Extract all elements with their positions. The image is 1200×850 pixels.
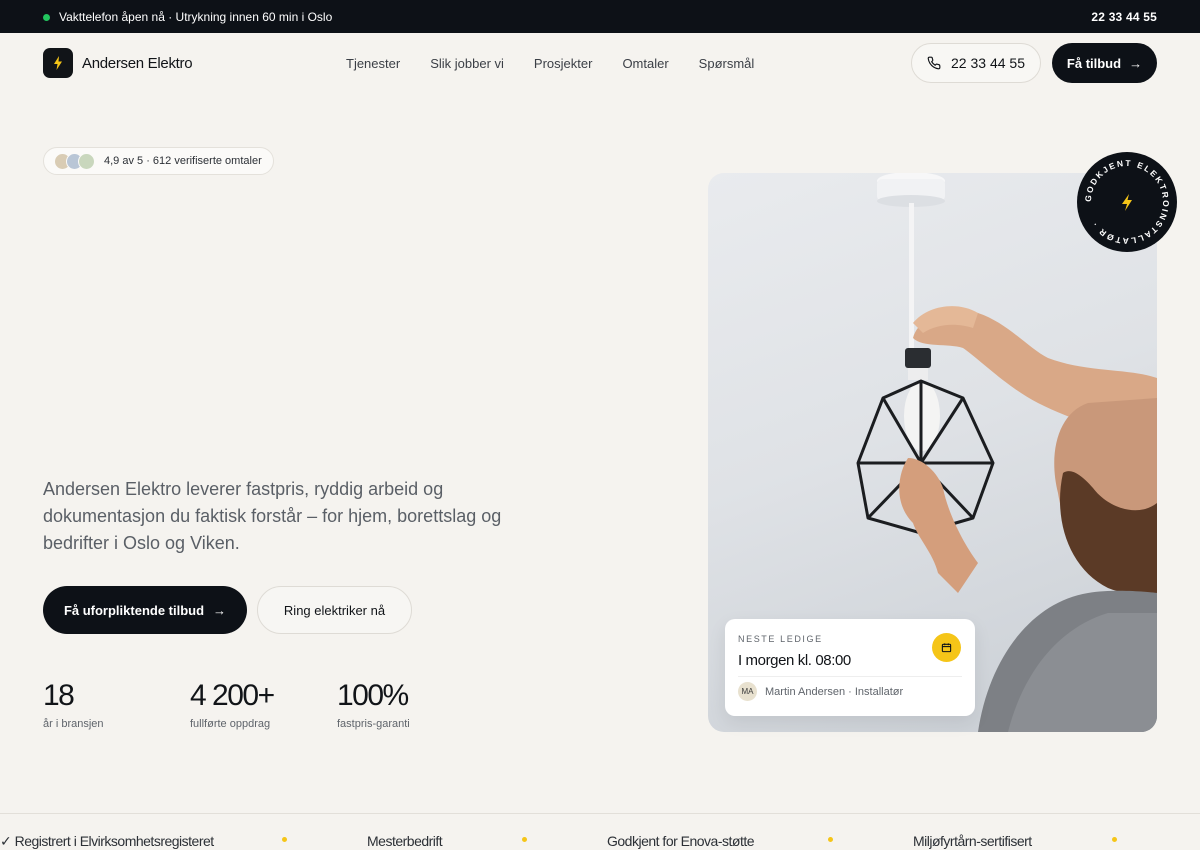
reviewer-avatars — [54, 152, 95, 170]
lightning-bolt-icon — [1122, 194, 1132, 211]
installer-info: MA Martin Andersen · Installatør — [738, 682, 903, 701]
ticker-item: Godkjent for Enova-støtte — [607, 833, 755, 849]
stat-label: år i bransjen — [43, 718, 104, 730]
ticker-item: Mesterbedrift — [367, 833, 443, 849]
ticker-separator-dot — [282, 837, 287, 842]
nav-item-slik-jobber-vi[interactable]: Slik jobber vi — [430, 56, 504, 71]
stat-label: fullførte oppdrag — [190, 718, 271, 730]
next-available-eyebrow: NESTE LEDIGE — [738, 634, 823, 644]
ticker-item: ✓ Registrert i Elvirksomhetsregisteret — [0, 833, 214, 849]
topbar-phone-link[interactable]: 22 33 44 55 — [1091, 10, 1157, 24]
arrow-right-icon: → — [213, 602, 227, 618]
stat-value: 100% — [337, 679, 409, 712]
emergency-status: Vakttelefon åpen nå · Utrykning innen 60… — [43, 10, 332, 24]
request-quote-button[interactable]: Få uforpliktende tilbud → — [43, 586, 247, 634]
installer-name: Martin Andersen · Installatør — [765, 685, 904, 698]
online-status-dot — [43, 13, 50, 21]
stat-label: fastpris-garanti — [337, 718, 410, 730]
nav-item-sporsmal[interactable]: Spørsmål — [699, 56, 755, 71]
rating-text: 4,9 av 5 · 612 verifiserte omtaler — [104, 155, 262, 167]
brand-name: Andersen Elektro — [82, 54, 193, 72]
certified-installer-badge: GODKJENT ELEKTROINSTALLATØR · — [1077, 152, 1177, 252]
announcement-bar: Vakttelefon åpen nå · Utrykning innen 60… — [0, 0, 1200, 33]
main-navigation: Tjenester Slik jobber vi Prosjekter Omta… — [346, 56, 754, 71]
stat-jobs: 4 200+ fullførte oppdrag — [190, 679, 275, 730]
ticker-separator-dot — [828, 837, 833, 842]
nav-item-omtaler[interactable]: Omtaler — [622, 56, 668, 71]
ticker-separator-dot — [522, 837, 527, 842]
nav-item-prosjekter[interactable]: Prosjekter — [534, 56, 593, 71]
calendar-icon[interactable] — [932, 633, 961, 662]
next-available-time: I morgen kl. 08:00 — [738, 652, 851, 669]
avatar — [78, 152, 95, 170]
stat-value: 18 — [43, 679, 75, 712]
hero-lead: Andersen Elektro leverer fastpris, ryddi… — [43, 479, 502, 553]
brand-logo[interactable]: Andersen Elektro — [43, 48, 193, 78]
phone-icon — [927, 56, 941, 70]
section-divider — [0, 813, 1200, 814]
nav-item-tjenester[interactable]: Tjenester — [346, 56, 400, 71]
call-electrician-button[interactable]: Ring elektriker nå — [257, 586, 412, 634]
next-available-card: NESTE LEDIGE I morgen kl. 08:00 MA Marti… — [725, 619, 975, 716]
call-button[interactable]: 22 33 44 55 — [911, 43, 1041, 83]
divider — [738, 676, 962, 677]
emergency-status-text: Vakttelefon åpen nå · Utrykning innen 60… — [59, 10, 333, 24]
call-electrician-label: Ring elektriker nå — [283, 602, 386, 618]
get-quote-label: Få tilbud — [1066, 55, 1122, 71]
rating-badge: 4,9 av 5 · 612 verifiserte omtaler — [43, 147, 274, 175]
stat-years: 18 år i bransjen — [43, 679, 104, 730]
arrow-right-icon: → — [1129, 55, 1143, 71]
avatar: MA — [738, 682, 757, 701]
get-quote-button[interactable]: Få tilbud → — [1052, 43, 1157, 83]
request-quote-label: Få uforpliktende tilbud — [63, 602, 205, 618]
stat-value: 4 200+ — [190, 679, 275, 712]
stat-guarantee: 100% fastpris-garanti — [337, 679, 410, 730]
lightning-bolt-icon — [43, 48, 73, 78]
call-button-label: 22 33 44 55 — [951, 55, 1025, 71]
ticker-separator-dot — [1112, 837, 1117, 842]
ticker-item: Miljøfyrtårn-sertifisert — [913, 833, 1032, 849]
